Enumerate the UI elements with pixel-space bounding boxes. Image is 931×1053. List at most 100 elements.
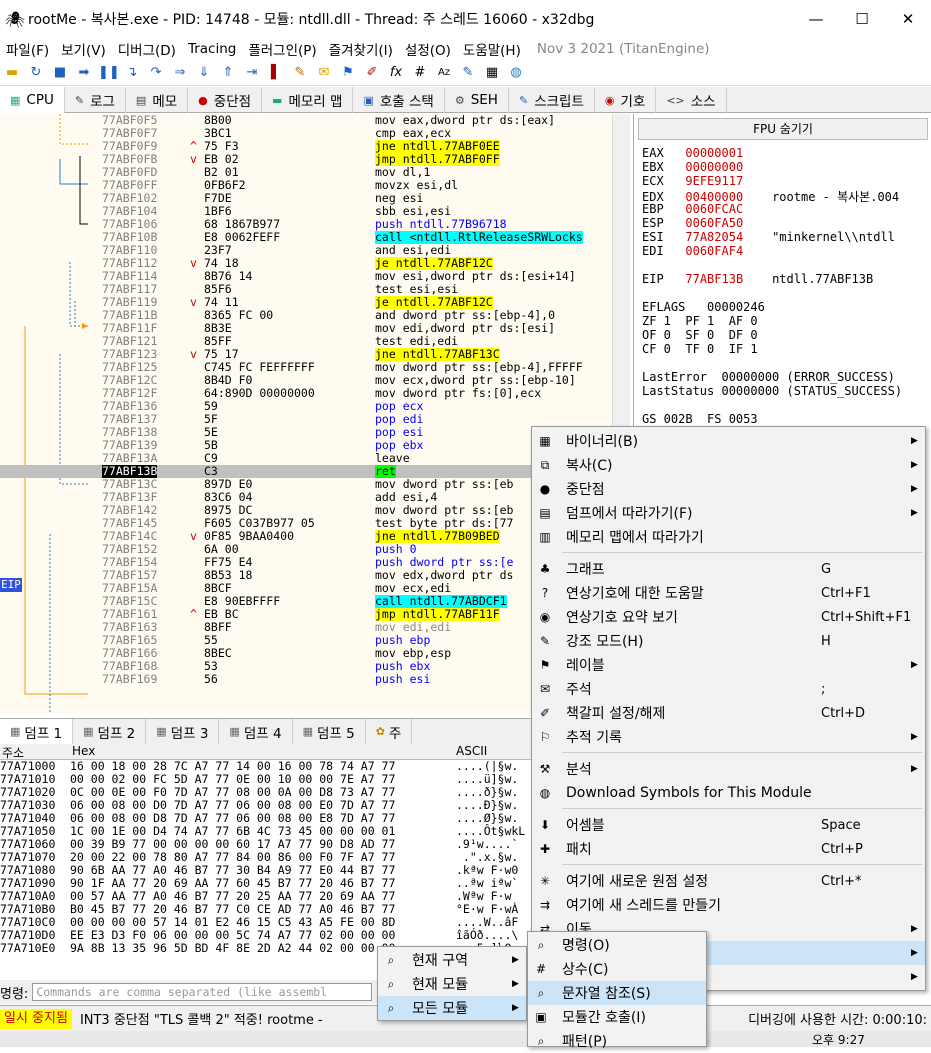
disasm-row[interactable]: 77ABF104 1BF6 sbb esi,esi (0, 205, 630, 218)
search-submenu-item[interactable]: ⌕ 문자열 참조(S) (528, 981, 706, 1005)
disasm-row[interactable]: 77ABF136 59 pop ecx (0, 400, 630, 413)
context-menu-item[interactable]: ✳ 여기에 새로운 원점 설정 Ctrl+* (532, 869, 925, 893)
disasm-row[interactable]: 77ABF110 23F7 and esi,edi (0, 244, 630, 257)
context-menu-item[interactable]: ◍ Download Symbols for This Module (532, 781, 925, 805)
menu-item[interactable]: 파일(F) (0, 39, 55, 59)
register-ecx[interactable]: ECX 9EFE9117 (642, 174, 772, 188)
scope-submenu-item[interactable]: ⌕ 모든 모듈 ▶ (378, 996, 526, 1020)
restart-icon[interactable]: ↻ (26, 64, 46, 82)
menu-item[interactable]: 플러그인(P) (242, 39, 322, 59)
menu-item[interactable]: 보기(V) (55, 39, 112, 59)
disasm-row[interactable]: 77ABF137 5F pop edi (0, 413, 630, 426)
tab-9[interactable]: <> 소스 (656, 87, 727, 113)
tab-3[interactable]: ● 중단점 (188, 87, 263, 113)
scope-submenu-item[interactable]: ⌕ 현재 모듈 ▶ (378, 972, 526, 996)
disasm-row[interactable]: 77ABF11F 8B3E mov edi,dword ptr ds:[esi] (0, 322, 630, 335)
font-icon[interactable]: Az (434, 64, 454, 82)
pause-icon[interactable]: ❚❚ (98, 64, 120, 82)
trace-into-icon[interactable]: ⇒ (170, 64, 190, 82)
disasm-row[interactable]: 77ABF0F5 8B00 mov eax,dword ptr ds:[eax] (0, 114, 630, 127)
tab-0[interactable]: ▦ CPU (0, 87, 65, 113)
register-ebx[interactable]: EBX 00000000 (642, 160, 772, 174)
menu-item[interactable]: 즐겨찾기(I) (323, 39, 399, 59)
disasm-row[interactable]: 77ABF12F 64:890D 00000000 mov dword ptr fs… (0, 387, 630, 400)
bookmark-icon[interactable]: ✐ (362, 64, 382, 82)
disasm-row[interactable]: 77ABF0F7 3BC1 cmp eax,ecx (0, 127, 630, 140)
patch-icon[interactable]: ✎ (290, 64, 310, 82)
execute-till-return-icon[interactable]: ⇑ (218, 64, 238, 82)
run-to-user-icon[interactable]: ⇥ (242, 64, 262, 82)
hash-icon[interactable]: # (410, 64, 430, 82)
search-submenu-item[interactable]: ⌕ 패턴(P) (528, 1029, 706, 1053)
disasm-row[interactable]: 77ABF10B E8 0062FEFF call <ntdll.RtlReleas… (0, 231, 630, 244)
run-icon[interactable]: ➡ (74, 64, 94, 82)
tab-6[interactable]: ⚙ SEH (445, 87, 509, 113)
eip-register[interactable]: EIP 77ABF13B ntdll.77ABF13B (642, 272, 873, 286)
disasm-row[interactable]: 77ABF117 85F6 test esi,esi (0, 283, 630, 296)
step-into-icon[interactable]: ↴ (122, 64, 142, 82)
dump-tab-6[interactable]: ✿ 주 (366, 719, 413, 744)
context-menu-item[interactable]: ⬇ 어셈블 Space (532, 813, 925, 837)
search-submenu-item[interactable]: # 상수(C) (528, 957, 706, 981)
context-menu-item[interactable]: ✉ 주석; (532, 677, 925, 701)
register-eax[interactable]: EAX 00000001 (642, 146, 772, 160)
menu-item[interactable]: 도움말(H) (457, 39, 527, 59)
tab-2[interactable]: ▤ 메모 (126, 87, 189, 113)
tab-1[interactable]: ✎ 로그 (65, 87, 126, 113)
context-menu-item[interactable]: ? 연상기호에 대한 도움말 Ctrl+F1 (532, 581, 925, 605)
tab-4[interactable]: ▬ 메모리 맵 (262, 87, 354, 113)
dump-tab-3[interactable]: ▦ 덤프 3 (146, 719, 220, 744)
minimize-button[interactable]: — (793, 10, 839, 28)
context-menu-item[interactable]: ⚑ 레이블 ▶ (532, 653, 925, 677)
eflags-register[interactable]: EFLAGS 00000246 (642, 300, 765, 314)
context-menu-item[interactable]: ♣ 그래프 G (532, 557, 925, 581)
disasm-row[interactable]: 77ABF0FB v EB 02 jmp ntdll.77ABF0FF (0, 153, 630, 166)
fpu-toggle-button[interactable]: FPU 숨기기 (638, 118, 928, 140)
tab-7[interactable]: ✎ 스크립트 (509, 87, 595, 113)
open-icon[interactable]: ▬ (2, 64, 22, 82)
register-esp[interactable]: ESP 0060FA50 (642, 216, 772, 230)
stop-icon[interactable]: ■ (50, 64, 70, 82)
step-over-icon[interactable]: ↷ (146, 64, 166, 82)
context-menu-item[interactable]: ⧉ 복사(C) ▶ (532, 453, 925, 477)
function-icon[interactable]: fx (386, 64, 406, 82)
tab-5[interactable]: ▣ 호출 스택 (353, 87, 445, 113)
disasm-row[interactable]: 77ABF102 F7DE neg esi (0, 192, 630, 205)
close-button[interactable]: ✕ (885, 10, 931, 28)
register-ebp[interactable]: EBP 0060FCAC (642, 202, 772, 216)
dump-tab-5[interactable]: ▦ 덤프 5 (293, 719, 366, 744)
register-edi[interactable]: EDI 0060FAF4 (642, 244, 772, 258)
context-menu-item[interactable]: ● 중단점 ▶ (532, 477, 925, 501)
context-menu-item[interactable]: ⚐ 추적 기록 ▶ (532, 725, 925, 749)
comment-icon[interactable]: ✉ (314, 64, 334, 82)
command-input[interactable]: Commands are comma separated (like assem… (32, 983, 373, 1001)
menu-item[interactable]: 설정(O) (399, 39, 457, 59)
disasm-row[interactable]: 77ABF0F9 ^ 75 F3 jne ntdll.77ABF0EE (0, 140, 630, 153)
register-esi[interactable]: ESI 77A82054 "minkernel\\ntdll (642, 230, 895, 244)
context-menu-item[interactable]: ◉ 연상기호 요약 보기 Ctrl+Shift+F1 (532, 605, 925, 629)
menu-item[interactable]: Tracing (182, 41, 242, 57)
hex-dump-view[interactable]: 77A71000 16 00 18 00 28 7C A7 77 14 00 16… (0, 760, 531, 958)
context-menu-item[interactable]: ✐ 책갈피 설정/해제 Ctrl+D (532, 701, 925, 725)
scope-submenu-item[interactable]: ⌕ 현재 구역 ▶ (378, 948, 526, 972)
label-icon[interactable]: ⚑ (338, 64, 358, 82)
context-menu-item[interactable]: ⚒ 분석 ▶ (532, 757, 925, 781)
dump-tab-4[interactable]: ▦ 덤프 4 (219, 719, 293, 744)
dump-tab-1[interactable]: ▦ 덤프 1 (0, 719, 74, 744)
tab-8[interactable]: ◉ 기호 (595, 87, 657, 113)
flags-row-3[interactable]: CF 0 TF 0 IF 1 (642, 342, 758, 356)
menu-item[interactable]: 디버그(D) (112, 39, 182, 59)
context-menu-item[interactable]: ✚ 패치 Ctrl+P (532, 837, 925, 861)
context-menu-item[interactable]: ▤ 덤프에서 따라가기(F) ▶ (532, 501, 925, 525)
search-submenu-item[interactable]: ▣ 모듈간 호출(I) (528, 1005, 706, 1029)
globe-icon[interactable]: ◍ (506, 64, 526, 82)
context-menu-item[interactable]: ▦ 바이너리(B) ▶ (532, 429, 925, 453)
context-menu-item[interactable]: ⇉ 여기에 새 스레드를 만들기 (532, 893, 925, 917)
scylla-icon[interactable]: ▌ (266, 64, 286, 82)
dump-tab-2[interactable]: ▦ 덤프 2 (73, 719, 147, 744)
context-menu-item[interactable]: ✎ 강조 모드(H) H (532, 629, 925, 653)
flags-row-2[interactable]: OF 0 SF 0 DF 0 (642, 328, 758, 342)
calculator-icon[interactable]: ▦ (482, 64, 502, 82)
maximize-button[interactable]: ☐ (839, 10, 885, 28)
flags-row-1[interactable]: ZF 1 PF 1 AF 0 (642, 314, 758, 328)
